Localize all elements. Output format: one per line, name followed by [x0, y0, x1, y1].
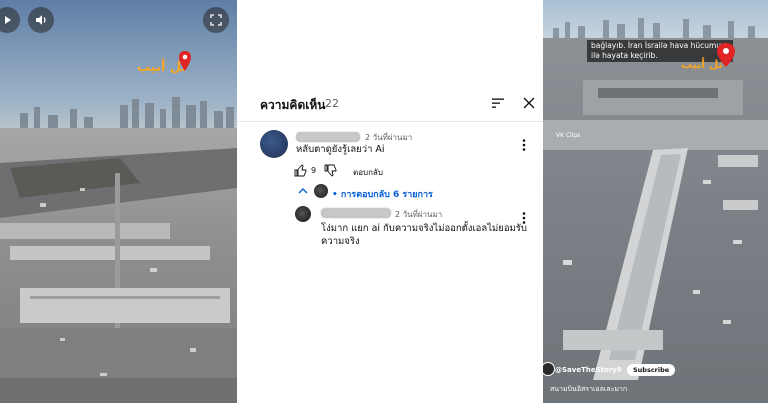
reply-button[interactable]: ตอบกลับ [353, 166, 383, 179]
replies-toggle[interactable]: • การตอบกลับ 6 รายการ [332, 187, 433, 201]
reply-time: 2 วันที่ผ่านมา [395, 210, 443, 219]
reply-text-line2: ความจริง [321, 236, 360, 247]
comments-panel: ความคิดเห็น 22 2 วันที่ผ่านมา หลับตาดูยั… [237, 0, 543, 403]
destroyed-terminal [0, 148, 237, 403]
comments-count: 22 [325, 97, 339, 110]
comment-text: หลับตาดูยังรู้เลยว่า Ai [296, 144, 385, 155]
close-icon[interactable] [522, 96, 536, 110]
subscribe-button[interactable]: Subscribe [627, 364, 676, 376]
chevron-up-icon[interactable] [298, 187, 308, 195]
creator-avatar [314, 184, 328, 198]
fullscreen-icon [210, 14, 222, 26]
avatar[interactable] [260, 130, 288, 158]
fullscreen-button[interactable] [203, 7, 229, 33]
location-label: تل أبيب [681, 58, 723, 71]
airport-terminal [543, 80, 768, 380]
right-video-frame[interactable]: bağlayıb. İran İsrailə hava hücumu ilə h… [543, 0, 768, 403]
thumbs-down-icon[interactable] [324, 164, 337, 177]
reply-more-options-icon[interactable] [521, 211, 527, 225]
location-pin-icon [179, 51, 191, 71]
channel-name[interactable]: @SaveTheStory9 [555, 366, 622, 374]
play-icon [5, 16, 11, 24]
reply-text-line1: โง่มาก แยก ai กับความจริงไม่ออกตั้งเอลไม… [321, 223, 527, 234]
sort-icon[interactable] [491, 96, 505, 110]
left-video-frame[interactable]: تل أبيب [0, 0, 237, 403]
reply-author-blurred[interactable] [321, 208, 391, 218]
more-options-icon[interactable] [521, 138, 527, 152]
clip-label: VK Clips [556, 132, 581, 139]
thumbs-up-icon[interactable] [294, 164, 307, 177]
reply-avatar[interactable] [295, 206, 311, 222]
volume-icon [36, 15, 46, 25]
comment-author-blurred[interactable] [296, 132, 360, 142]
like-count: 9 [311, 166, 317, 175]
video-description: สนามบินอิสราเอลเละมาก [550, 385, 628, 393]
comments-title: ความคิดเห็น [260, 98, 326, 112]
volume-button[interactable] [28, 7, 54, 33]
header-divider [237, 121, 543, 122]
